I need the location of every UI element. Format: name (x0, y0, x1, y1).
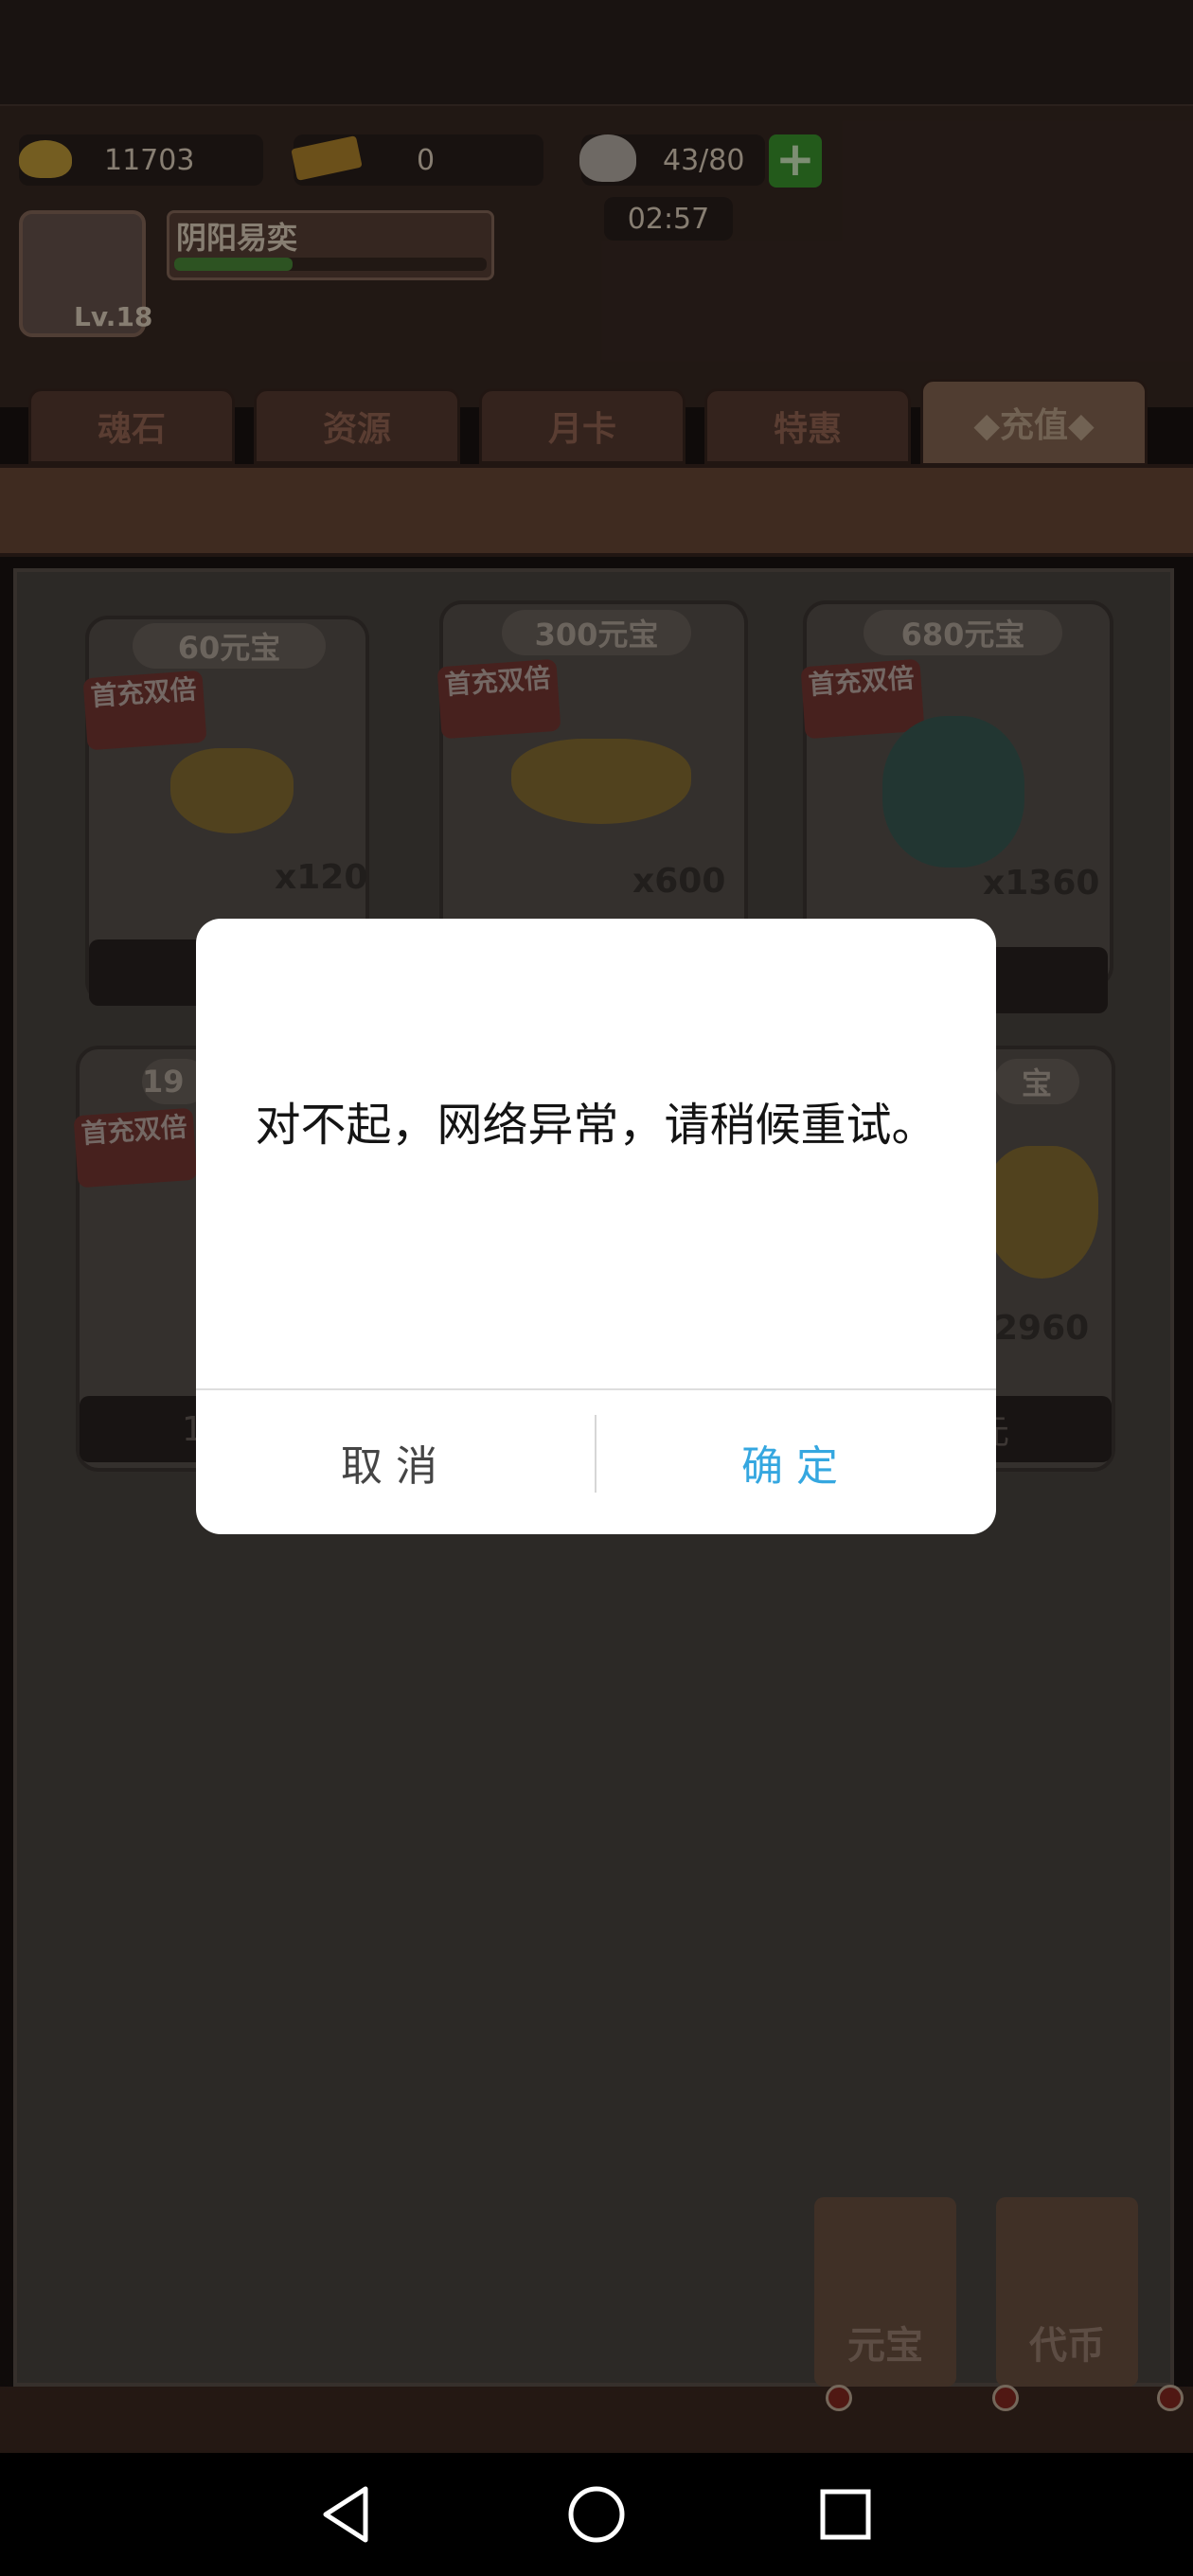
cancel-button[interactable]: 取消 (196, 1390, 596, 1534)
home-icon[interactable] (563, 2481, 630, 2548)
confirm-button[interactable]: 确定 (596, 1390, 996, 1534)
back-icon[interactable] (314, 2481, 381, 2548)
error-dialog: 对不起，网络异常，请稍候重试。 取消 确定 (196, 919, 996, 1534)
dialog-message: 对不起，网络异常，请稍候重试。 (255, 1099, 937, 1152)
recents-icon[interactable] (812, 2481, 879, 2548)
